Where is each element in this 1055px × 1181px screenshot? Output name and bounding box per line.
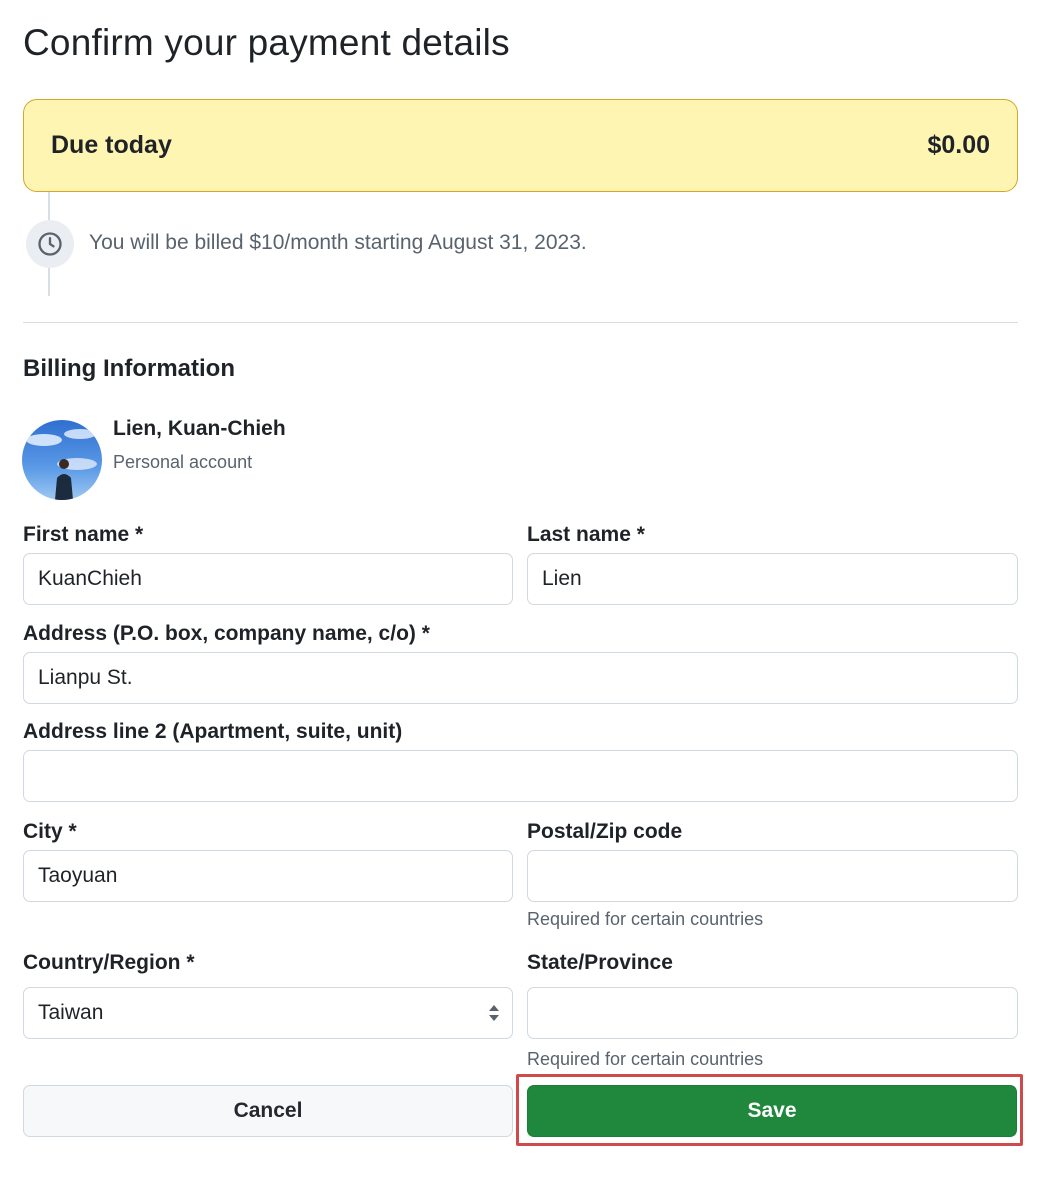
address-line2-field[interactable] bbox=[23, 750, 1018, 802]
clock-icon bbox=[26, 220, 74, 268]
city-label: City * bbox=[23, 820, 77, 843]
address-line2-label: Address line 2 (Apartment, suite, unit) bbox=[23, 720, 403, 743]
payment-details-page: Confirm your payment details Due today $… bbox=[0, 0, 1055, 1181]
billing-schedule-note: You will be billed $10/month starting Au… bbox=[89, 231, 587, 254]
address-label: Address (P.O. box, company name, c/o) * bbox=[23, 622, 430, 645]
state-label: State/Province bbox=[527, 951, 673, 974]
postal-code-field[interactable] bbox=[527, 850, 1018, 902]
avatar bbox=[22, 420, 102, 500]
billing-information-title: Billing Information bbox=[23, 355, 235, 382]
state-hint: Required for certain countries bbox=[527, 1049, 764, 1069]
due-today-amount: $0.00 bbox=[927, 131, 990, 159]
country-select[interactable]: Taiwan bbox=[23, 987, 513, 1039]
postal-code-label: Postal/Zip code bbox=[527, 820, 683, 843]
address-field[interactable]: Lianpu St. bbox=[23, 652, 1018, 704]
postal-code-hint: Required for certain countries bbox=[527, 909, 764, 929]
first-name-field[interactable]: KuanChieh bbox=[23, 553, 513, 605]
account-type: Personal account bbox=[113, 452, 253, 472]
last-name-field[interactable]: Lien bbox=[527, 553, 1018, 605]
account-name: Lien, Kuan-Chieh bbox=[113, 417, 286, 440]
cancel-button[interactable]: Cancel bbox=[23, 1085, 513, 1137]
page-title: Confirm your payment details bbox=[23, 22, 510, 63]
select-arrows-icon bbox=[488, 1004, 500, 1022]
section-divider bbox=[23, 322, 1018, 323]
first-name-label: First name * bbox=[23, 523, 144, 546]
save-button[interactable]: Save bbox=[527, 1085, 1017, 1137]
city-field[interactable]: Taoyuan bbox=[23, 850, 513, 902]
state-field[interactable] bbox=[527, 987, 1018, 1039]
due-today-banner: Due today $0.00 bbox=[23, 99, 1018, 192]
due-today-label: Due today bbox=[51, 131, 172, 159]
country-label: Country/Region * bbox=[23, 951, 195, 974]
country-select-value: Taiwan bbox=[38, 1001, 104, 1024]
last-name-label: Last name * bbox=[527, 523, 645, 546]
